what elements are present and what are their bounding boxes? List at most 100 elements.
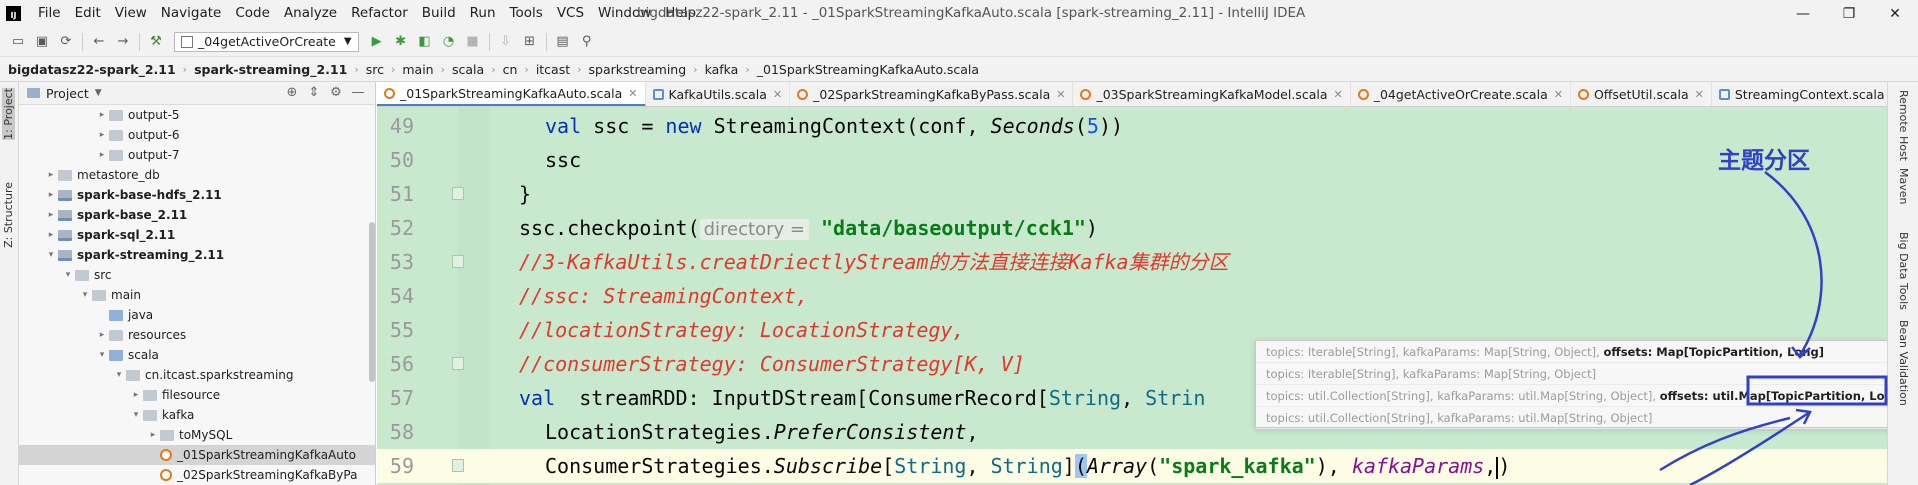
tree-item[interactable]: ▸ resources [19, 325, 375, 345]
menu-item-edit[interactable]: Edit [68, 0, 108, 27]
breadcrumb-item[interactable]: itcast [536, 62, 570, 77]
breadcrumb-item[interactable]: scala [452, 62, 484, 77]
tree-item[interactable]: ▸ spark-base-hdfs_2.11 [19, 185, 375, 205]
terminal-icon[interactable]: ▤ [551, 31, 575, 53]
debug-icon[interactable]: ✱ [389, 31, 413, 53]
build-hammer-icon[interactable]: ⚒ [144, 31, 168, 53]
collapse-arrow-icon[interactable]: ▸ [95, 150, 109, 160]
tree-item[interactable]: ▸ spark-sql_2.11 [19, 225, 375, 245]
tree-item[interactable]: ▾ cn.itcast.sparkstreaming [19, 365, 375, 385]
project-panel-title[interactable]: Project [46, 86, 89, 101]
menu-item-tools[interactable]: Tools [503, 0, 550, 27]
close-tab-icon[interactable]: ✕ [1554, 88, 1563, 101]
tree-item[interactable]: _01SparkStreamingKafkaAuto [19, 445, 375, 465]
project-tool-button[interactable]: 1: Project [2, 88, 15, 140]
tree-item[interactable]: java [19, 305, 375, 325]
menu-item-build[interactable]: Build [415, 0, 463, 27]
expand-arrow-icon[interactable]: ▾ [44, 250, 58, 260]
editor-tab[interactable]: OffsetUtil.scala ✕ [1571, 82, 1712, 106]
right-tool-button[interactable]: Bean Validation [1897, 320, 1910, 406]
editor-tab[interactable]: _02SparkStreamingKafkaByPass.scala ✕ [790, 82, 1074, 106]
maximize-button[interactable]: ❐ [1826, 0, 1872, 27]
collapse-arrow-icon[interactable]: ▸ [44, 210, 58, 220]
tree-item[interactable]: _02SparkStreamingKafkaByPa [19, 465, 375, 485]
chevron-down-icon[interactable]: ▼ [95, 88, 102, 98]
editor-tab[interactable]: StreamingContext.scala✕ [1712, 82, 1887, 106]
code-line[interactable]: 59 ConsumerStrategies.Subscribe[String, S… [377, 449, 1887, 483]
breadcrumb-item[interactable]: spark-streaming_2.11 [194, 62, 347, 77]
fold-marker-icon[interactable] [452, 357, 464, 370]
tree-item[interactable]: ▸ metastore_db [19, 165, 375, 185]
code-line[interactable]: 53 //3-KafkaUtils.creatDriectlyStream的方法直… [377, 245, 1887, 279]
forward-arrow-icon[interactable]: → [111, 31, 135, 53]
editor-tab[interactable]: _01SparkStreamingKafkaAuto.scala ✕ [377, 82, 646, 106]
close-tab-icon[interactable]: ✕ [628, 87, 637, 100]
collapse-all-icon[interactable]: ⇕ [303, 85, 325, 100]
save-icon[interactable]: ▣ [30, 31, 54, 53]
menu-item-code[interactable]: Code [228, 0, 277, 27]
right-tool-button[interactable]: Maven [1897, 168, 1910, 204]
run-icon[interactable]: ▶ [365, 31, 389, 53]
search-icon[interactable]: ⚲ [575, 31, 599, 53]
tree-item[interactable]: ▾ spark-streaming_2.11 [19, 245, 375, 265]
collapse-arrow-icon[interactable]: ▸ [44, 190, 58, 200]
tree-item[interactable]: ▸ output-6 [19, 125, 375, 145]
locate-icon[interactable]: ⊕ [281, 85, 303, 100]
fold-marker-icon[interactable] [452, 459, 464, 472]
tree-item[interactable]: ▸ filesource [19, 385, 375, 405]
collapse-arrow-icon[interactable]: ▸ [95, 330, 109, 340]
collapse-arrow-icon[interactable]: ▸ [44, 230, 58, 240]
collapse-arrow-icon[interactable]: ▸ [129, 390, 143, 400]
tree-item[interactable]: ▸ output-7 [19, 145, 375, 165]
back-arrow-icon[interactable]: ← [87, 31, 111, 53]
gear-icon[interactable]: ⚙ [325, 85, 347, 100]
project-structure-icon[interactable]: ⊞ [518, 31, 542, 53]
breadcrumb-item[interactable]: _01SparkStreamingKafkaAuto.scala [757, 62, 979, 77]
breadcrumb-item[interactable]: cn [503, 62, 518, 77]
close-tab-icon[interactable]: ✕ [1695, 88, 1704, 101]
tree-scrollbar[interactable] [369, 222, 375, 382]
code-line[interactable]: 52 ssc.checkpoint(directory = "data/baseo… [377, 211, 1887, 245]
right-tool-button[interactable]: Big Data Tools [1897, 232, 1910, 310]
vcs-update-icon[interactable]: ⇩ [494, 31, 518, 53]
close-tab-icon[interactable]: ✕ [1056, 88, 1065, 101]
menu-item-analyze[interactable]: Analyze [277, 0, 344, 27]
collapse-arrow-icon[interactable]: ▸ [95, 110, 109, 120]
close-tab-icon[interactable]: ✕ [1334, 88, 1343, 101]
tree-item[interactable]: ▾ kafka [19, 405, 375, 425]
hide-icon[interactable]: — [347, 85, 369, 100]
code-line[interactable]: 50 ssc [377, 143, 1887, 177]
menu-item-vcs[interactable]: VCS [550, 0, 591, 27]
breadcrumb-item[interactable]: kafka [705, 62, 739, 77]
breadcrumb-item[interactable]: main [402, 62, 433, 77]
editor-tab[interactable]: KafkaUtils.scala ✕ [646, 82, 791, 106]
coverage-icon[interactable]: ◧ [413, 31, 437, 53]
menu-item-refactor[interactable]: Refactor [344, 0, 415, 27]
breadcrumb-item[interactable]: bigdatasz22-spark_2.11 [8, 62, 176, 77]
expand-arrow-icon[interactable]: ▾ [61, 270, 75, 280]
collapse-arrow-icon[interactable]: ▸ [44, 170, 58, 180]
tree-item[interactable]: ▾ scala [19, 345, 375, 365]
code-line[interactable]: 51} [377, 177, 1887, 211]
tree-item[interactable]: ▸ output-5 [19, 105, 375, 125]
collapse-arrow-icon[interactable]: ▸ [95, 130, 109, 140]
open-folder-icon[interactable]: ▭ [6, 31, 30, 53]
expand-arrow-icon[interactable]: ▾ [129, 410, 143, 420]
structure-tool-button[interactable]: Z: Structure [2, 182, 15, 248]
tree-item[interactable]: ▾ main [19, 285, 375, 305]
collapse-arrow-icon[interactable]: ▸ [146, 430, 160, 440]
tree-item[interactable]: ▸ toMySQL [19, 425, 375, 445]
fold-marker-icon[interactable] [452, 255, 464, 268]
fold-marker-icon[interactable] [452, 187, 464, 200]
stop-icon[interactable]: ■ [461, 31, 485, 53]
tree-item[interactable]: ▸ spark-base_2.11 [19, 205, 375, 225]
editor-tab[interactable]: _03SparkStreamingKafkaModel.scala ✕ [1073, 82, 1351, 106]
code-line[interactable]: 49 val ssc = new StreamingContext(conf, S… [377, 109, 1887, 143]
right-tool-button[interactable]: Remote Host [1897, 90, 1910, 161]
breadcrumb-item[interactable]: src [366, 62, 384, 77]
menu-item-navigate[interactable]: Navigate [154, 0, 229, 27]
breadcrumb-item[interactable]: sparkstreaming [589, 62, 687, 77]
menu-item-file[interactable]: File [31, 0, 68, 27]
profile-icon[interactable]: ◔ [437, 31, 461, 53]
close-tab-icon[interactable]: ✕ [773, 88, 782, 101]
